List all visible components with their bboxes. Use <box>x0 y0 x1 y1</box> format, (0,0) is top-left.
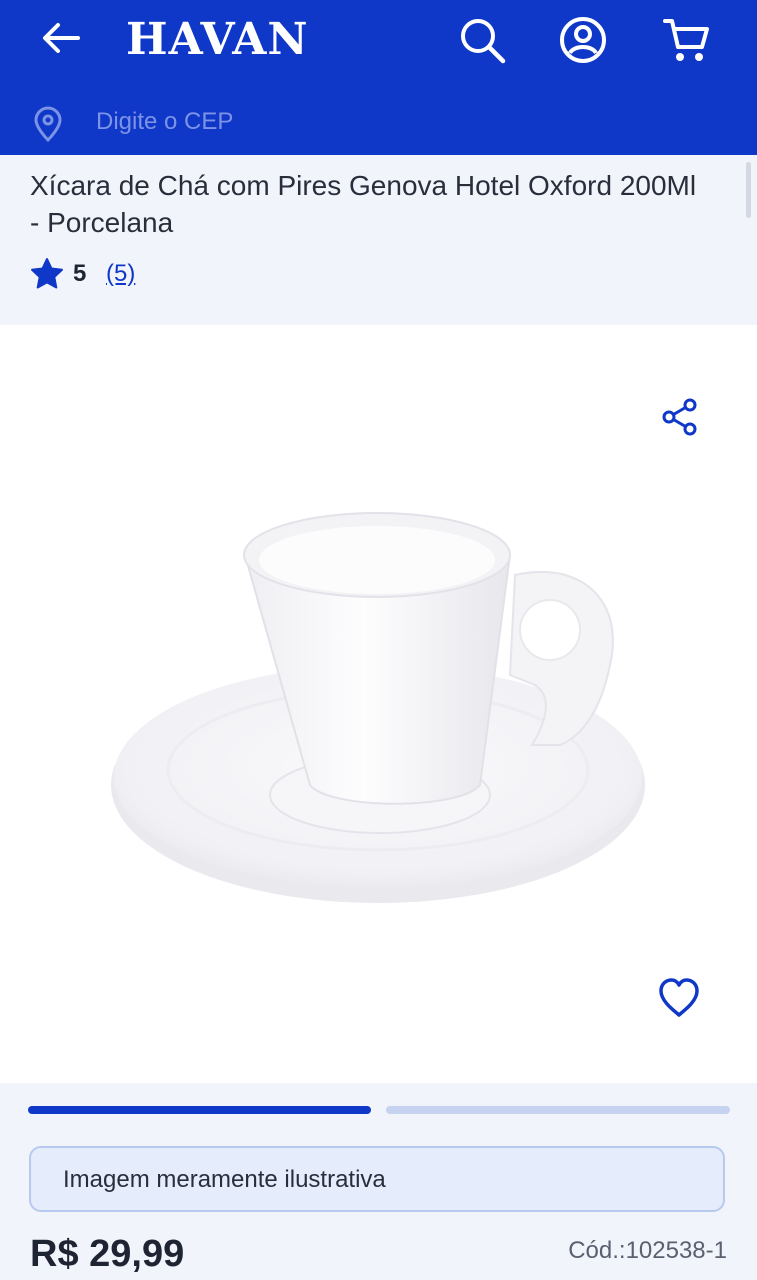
search-icon <box>461 19 506 64</box>
image-notice-text: Imagem meramente ilustrativa <box>63 1166 386 1193</box>
product-details: Imagem meramente ilustrativa R$ 29,99 Có… <box>0 1083 757 1280</box>
product-price: R$ 29,99 <box>30 1233 185 1275</box>
favorite-button[interactable] <box>656 975 702 1021</box>
product-gallery[interactable] <box>0 325 757 1083</box>
account-button[interactable] <box>557 14 609 66</box>
cart-icon <box>663 19 709 61</box>
review-count-link[interactable]: (5) <box>106 260 135 288</box>
image-notice: Imagem meramente ilustrativa <box>29 1146 725 1212</box>
product-info: Xícara de Chá com Pires Genova Hotel Oxf… <box>0 155 757 325</box>
product-image <box>111 512 645 903</box>
top-bar: HAVAN <box>0 0 757 80</box>
star-icon <box>31 258 63 289</box>
share-button[interactable] <box>658 395 702 439</box>
cep-input-bar[interactable]: Digite o CEP <box>0 92 757 155</box>
heart-icon <box>659 978 699 1017</box>
share-icon <box>662 398 697 436</box>
gallery-indicator-1-active[interactable] <box>28 1106 371 1114</box>
cep-placeholder[interactable]: Digite o CEP <box>96 108 233 136</box>
product-code: Cód.:102538-1 <box>568 1237 727 1264</box>
back-arrow-icon <box>43 23 80 53</box>
havan-logo[interactable]: HAVAN <box>126 12 309 68</box>
location-pin-icon <box>34 106 62 142</box>
back-button[interactable] <box>38 16 84 60</box>
app-header: HAVAN Digite o CEP <box>0 0 757 155</box>
cart-button[interactable] <box>660 14 712 66</box>
search-button[interactable] <box>456 14 508 66</box>
rating-value: 5 <box>73 260 87 287</box>
product-title: Xícara de Chá com Pires Genova Hotel Oxf… <box>30 170 697 238</box>
account-icon <box>560 17 606 63</box>
scrollbar[interactable] <box>746 162 751 218</box>
gallery-indicator-2[interactable] <box>386 1106 730 1114</box>
